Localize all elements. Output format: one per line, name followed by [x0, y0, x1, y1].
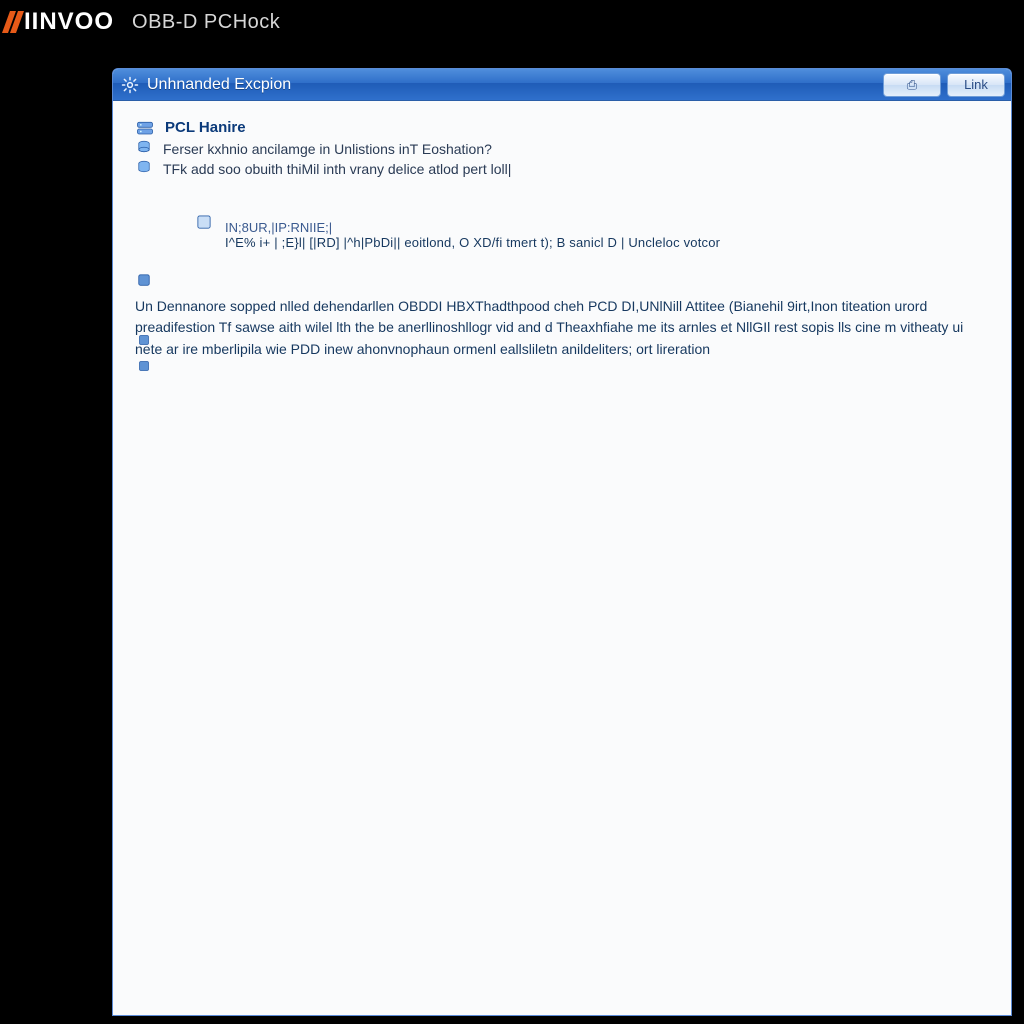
- error-line1-row: Ferser kxhnio ancilamge in Unlistions in…: [135, 139, 989, 159]
- error-description: Un Dennanore sopped nlled dehendarllen O…: [135, 296, 975, 361]
- send-icon: ⎙: [907, 77, 917, 93]
- error-app-name: PCL Hanire: [165, 119, 246, 136]
- brand-slash-icon: [2, 11, 24, 33]
- titlebar-link-button[interactable]: Link: [947, 73, 1005, 97]
- stack-detail-row2: I^E% i+ | ;E}l| [|RD] |^h|PbDi|| eoitlon…: [225, 235, 720, 250]
- error-line1: Ferser kxhnio ancilamge in Unlistions in…: [163, 139, 492, 159]
- module-icon: [195, 213, 213, 231]
- database2-icon: [135, 159, 153, 177]
- gear-icon: [121, 76, 139, 94]
- titlebar[interactable]: Unhnanded Excpion ⎙ Link: [113, 69, 1011, 101]
- bullet1-icon: [135, 271, 153, 289]
- brand-logo: IINVOO: [6, 8, 114, 36]
- dialog-title: Unhnanded Excpion: [147, 76, 291, 94]
- titlebar-action-button[interactable]: ⎙: [883, 73, 941, 97]
- titlebar-buttons: ⎙ Link: [883, 73, 1005, 97]
- side-icon-strip: [135, 271, 153, 375]
- dialog-window: Unhnanded Excpion ⎙ Link PCL Hani: [112, 68, 1012, 1016]
- error-header: PCL Hanire: [135, 119, 989, 139]
- database-icon: [135, 139, 153, 157]
- brand-subtitle: OBB-D PCHock: [132, 11, 280, 34]
- link-button-label: Link: [964, 77, 988, 92]
- bullet3-icon: [135, 357, 153, 375]
- brand-name: IINVOO: [24, 8, 114, 36]
- error-line2: TFk add soo obuith thiMil inth vrany del…: [163, 159, 511, 179]
- drive-stack-icon: [135, 119, 155, 139]
- dialog-client-area: PCL Hanire Ferser kxhnio ancilamge in Un…: [113, 101, 1011, 1015]
- stack-detail-row1: IN;8UR,|IP:RNIIE;|: [225, 220, 720, 235]
- brand-bar: IINVOO OBB-D PCHock: [0, 0, 1024, 44]
- bullet2-icon: [135, 331, 153, 349]
- stack-detail-block: IN;8UR,|IP:RNIIE;| I^E% i+ | ;E}l| [|RD]…: [195, 220, 989, 250]
- error-line2-row: TFk add soo obuith thiMil inth vrany del…: [135, 159, 989, 179]
